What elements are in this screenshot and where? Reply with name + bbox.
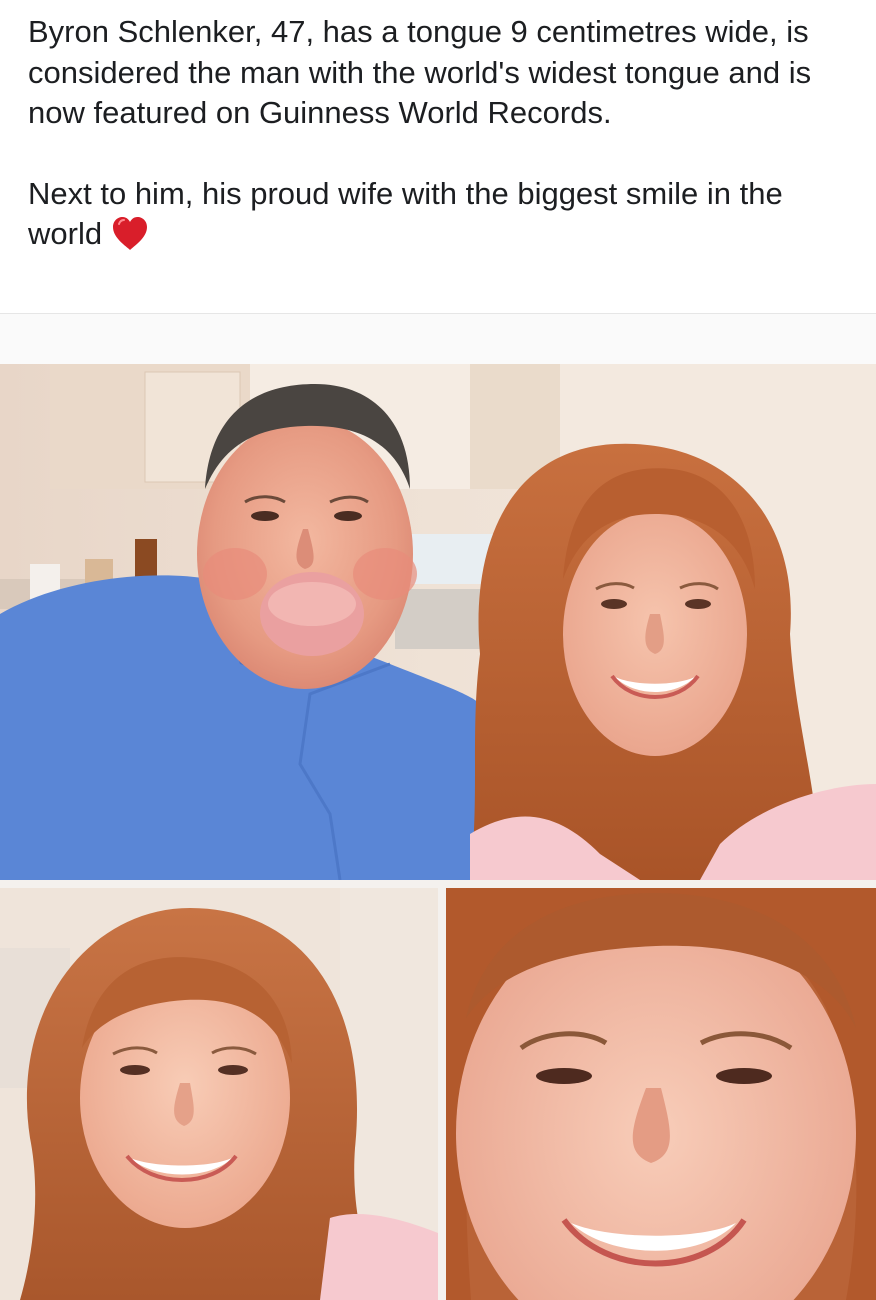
heart-icon (113, 217, 148, 250)
photo-woman-closeup[interactable] (446, 888, 876, 1300)
media-top-spacer (0, 314, 876, 364)
post-paragraph-2: Next to him, his proud wife with the big… (28, 174, 848, 255)
photo-couple[interactable] (0, 364, 876, 880)
post-paragraph-1-text: Byron Schlenker, 47, has a tongue 9 cent… (28, 14, 812, 130)
post-paragraph-1: Byron Schlenker, 47, has a tongue 9 cent… (28, 12, 848, 134)
photo-collage[interactable] (0, 364, 876, 1300)
post-text: Byron Schlenker, 47, has a tongue 9 cent… (28, 12, 848, 255)
photo-woman-portrait[interactable] (0, 888, 438, 1300)
